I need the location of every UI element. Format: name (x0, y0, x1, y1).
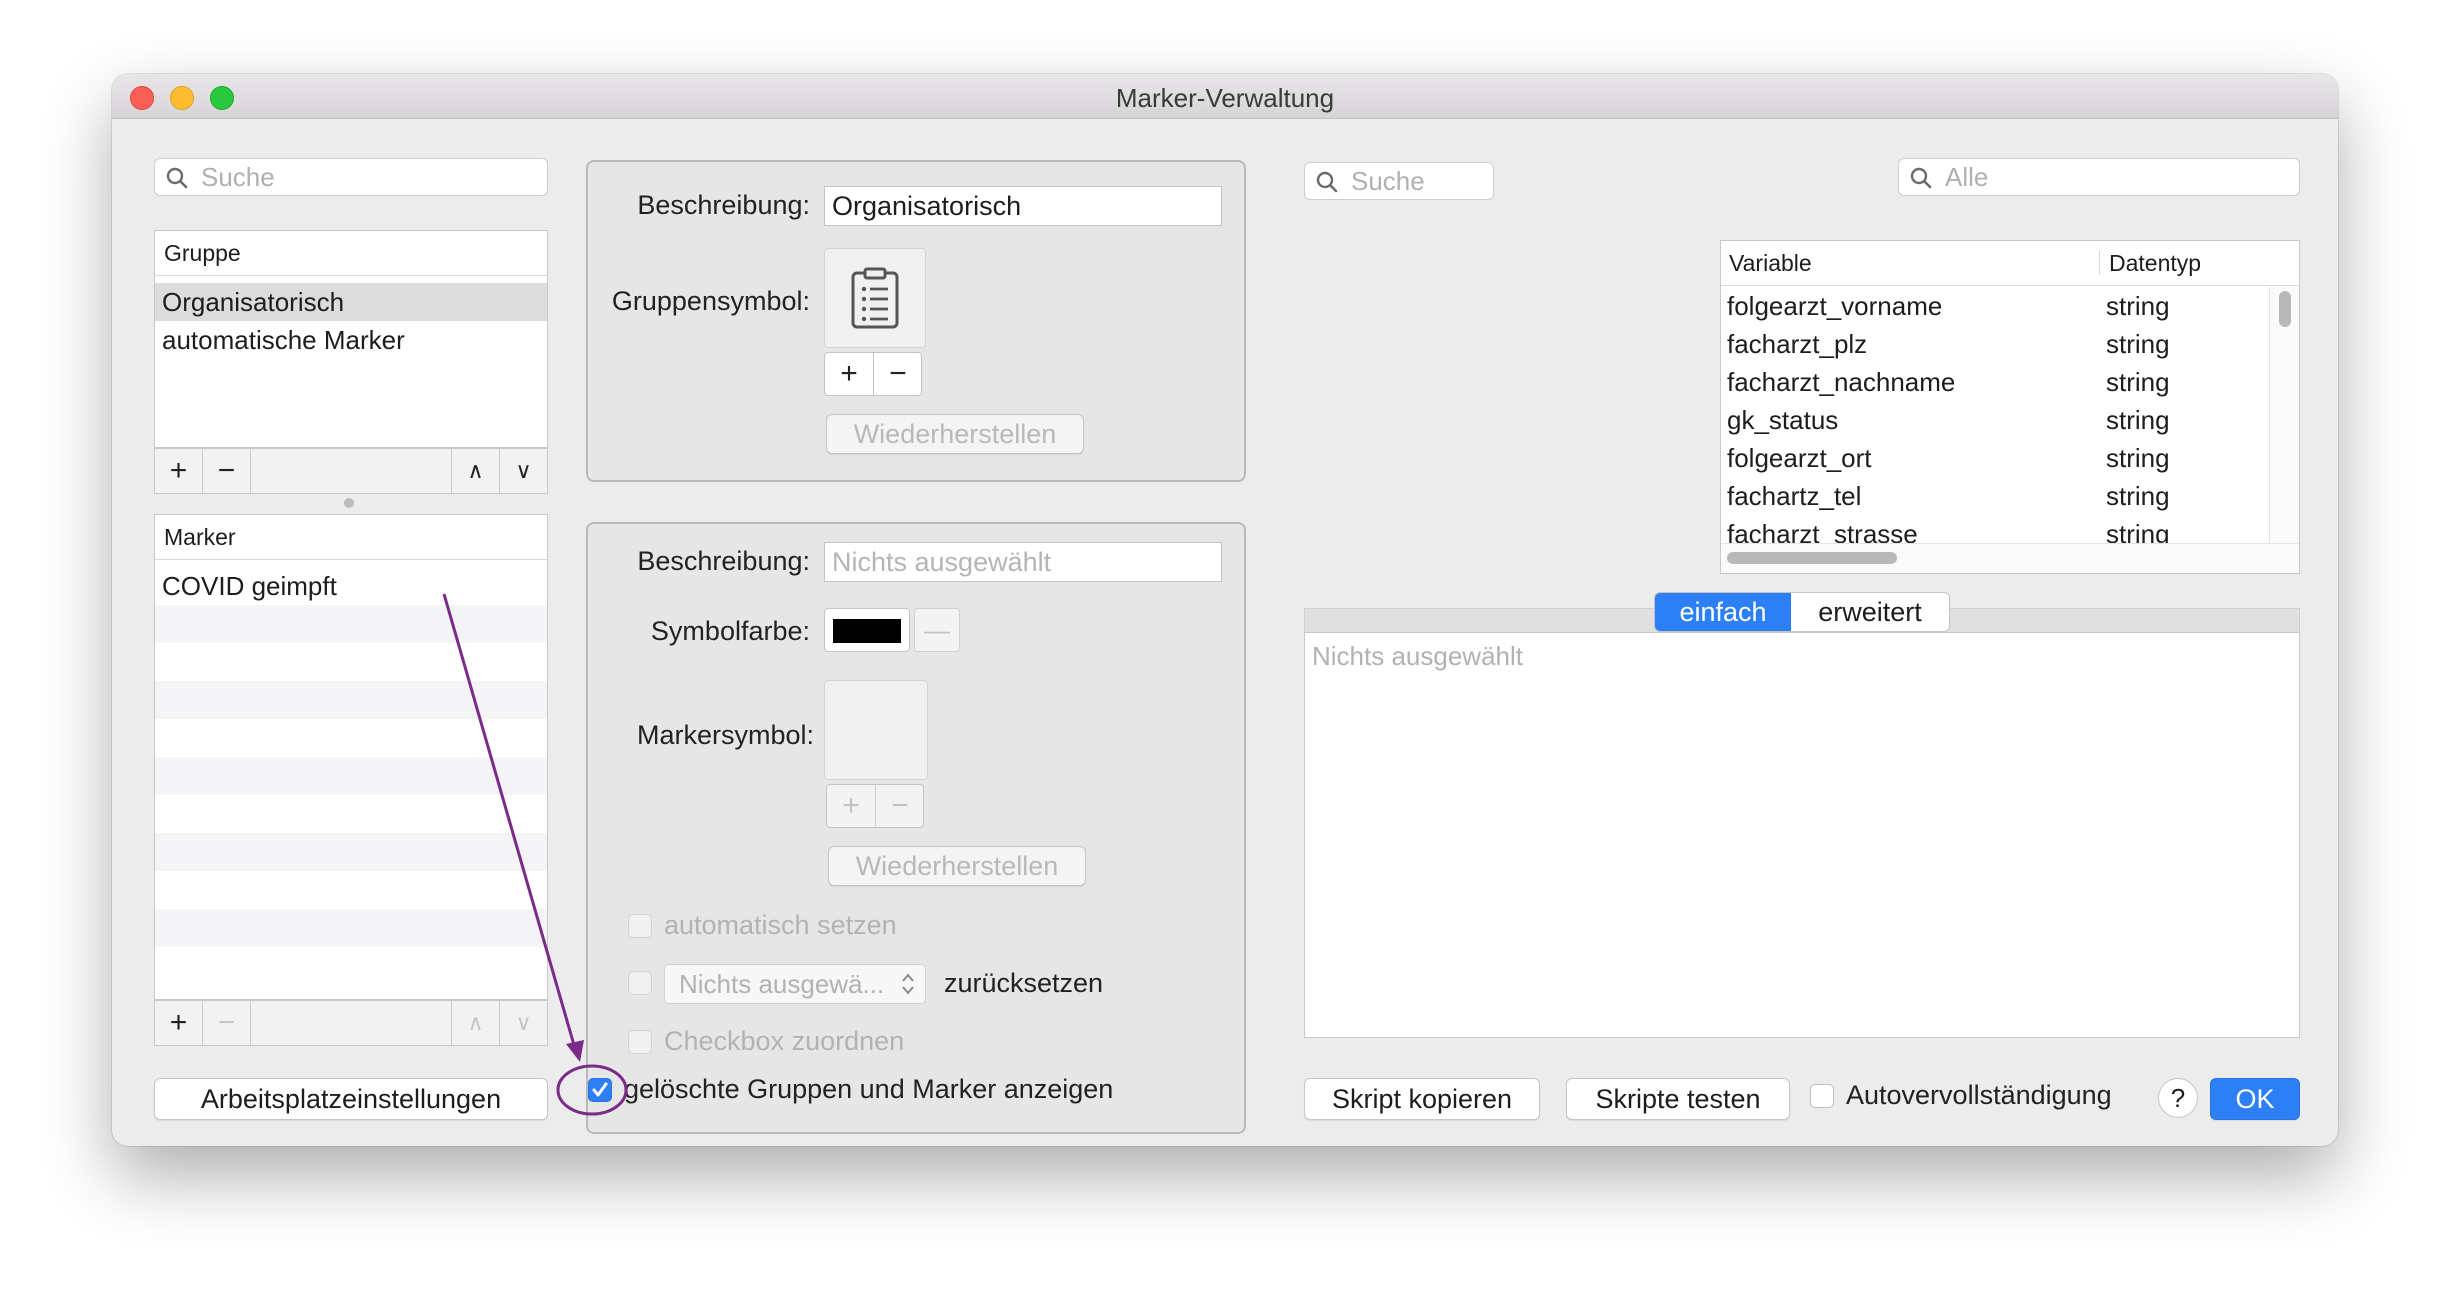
table-row[interactable]: facharzt_nachname string (1721, 363, 2269, 401)
ok-button[interactable]: OK (2210, 1078, 2300, 1120)
checkmark-icon (592, 1082, 608, 1097)
variable-filter-field[interactable] (1898, 158, 2300, 196)
marker-symbol-well[interactable] (824, 680, 928, 780)
remove-marker-symbol-button[interactable]: − (876, 785, 924, 827)
group-restore-button[interactable]: Wiederherstellen (826, 414, 1084, 454)
variables-table: Variable Datentyp folgearzt_vorname strin… (1720, 240, 2300, 574)
table-row[interactable]: folgearzt_vorname string (1721, 287, 2269, 325)
move-marker-up-button[interactable]: ∧ (451, 1001, 499, 1045)
datatype-column-header[interactable]: Datentyp (2109, 241, 2201, 285)
move-group-up-button[interactable]: ∧ (451, 449, 499, 493)
window-title: Marker-Verwaltung (1115, 83, 1335, 113)
editor-placeholder: Nichts ausgewählt (1312, 641, 1523, 671)
symbol-color-well[interactable] (824, 608, 910, 652)
group-detail-box: Beschreibung: Organisatorisch Gruppensym… (586, 160, 1246, 482)
add-marker-button[interactable]: + (155, 1001, 203, 1045)
marker-list-header: Marker (155, 515, 547, 560)
checkbox-assign-checkbox[interactable] (628, 1030, 652, 1054)
move-group-down-button[interactable]: ∨ (499, 449, 547, 493)
marker-detail-box: Beschreibung: Nichts ausgewählt Symbolfa… (586, 522, 1246, 1134)
reset-checkbox[interactable] (628, 971, 652, 995)
marker-description-label: Beschreibung: (637, 546, 810, 576)
move-marker-down-button[interactable]: ∨ (499, 1001, 547, 1045)
up-down-chevron-icon (902, 973, 914, 995)
help-button[interactable]: ? (2158, 1078, 2198, 1118)
group-search-field[interactable] (154, 158, 548, 196)
auto-set-checkbox[interactable] (628, 914, 652, 938)
remove-group-button[interactable]: − (203, 449, 251, 493)
group-description-label: Beschreibung: (637, 190, 810, 220)
symbol-color-swatch (833, 619, 901, 643)
workplace-settings-button[interactable]: Arbeitsplatzeinstellungen (154, 1078, 548, 1120)
symbol-color-clear-button[interactable]: — (914, 608, 960, 652)
test-scripts-button[interactable]: Skripte testen (1566, 1078, 1790, 1120)
autocomplete-label: Autovervollständigung (1846, 1080, 2112, 1110)
symbol-color-label: Symbolfarbe: (650, 616, 810, 646)
autocomplete-checkbox[interactable] (1810, 1084, 1834, 1108)
vertical-scroll-thumb[interactable] (2279, 291, 2291, 327)
marker-symbol-label: Markersymbol: (636, 720, 814, 750)
group-search-input[interactable] (201, 163, 476, 191)
variable-filter-input[interactable] (1945, 163, 2225, 191)
reset-label: zurücksetzen (944, 968, 1104, 998)
variable-column-header[interactable]: Variable (1729, 241, 1812, 285)
table-row[interactable]: fachartz_tel string (1721, 477, 2269, 515)
variable-search-input[interactable] (1351, 167, 1483, 195)
variables-table-header: Variable Datentyp (1721, 241, 2299, 286)
horizontal-scrollbar[interactable] (1721, 543, 2299, 573)
group-symbol-well[interactable] (824, 248, 926, 348)
group-symbol-label: Gruppensymbol: (611, 286, 810, 316)
remove-group-symbol-button[interactable]: − (874, 353, 922, 395)
marker-window: Marker-Verwaltung Gruppe Organisatorisch… (112, 74, 2338, 1146)
mode-segmented-control: einfach erweitert (1654, 592, 1950, 632)
group-list-header: Gruppe (155, 231, 547, 276)
group-list-toolbar: + − ∧ ∨ (154, 448, 548, 494)
vertical-scrollbar[interactable] (2269, 287, 2299, 543)
remove-marker-button[interactable]: − (203, 1001, 251, 1045)
show-deleted-label: gelöschte Gruppen und Marker anzeigen (624, 1074, 1114, 1104)
marker-item-covid-geimpft[interactable]: COVID geimpft (155, 567, 547, 605)
group-item-automatische-marker[interactable]: automatische Marker (155, 321, 547, 359)
split-handle[interactable] (344, 498, 354, 508)
title-bar: Marker-Verwaltung (112, 74, 2338, 119)
checkbox-assign-label: Checkbox zuordnen (664, 1026, 905, 1056)
clipboard-list-icon (851, 267, 899, 329)
tab-erweitert[interactable]: erweitert (1791, 593, 1949, 631)
search-icon (1910, 167, 1932, 189)
add-marker-symbol-button[interactable]: + (827, 785, 876, 827)
marker-description-field[interactable]: Nichts ausgewählt (824, 542, 1222, 582)
table-row[interactable]: gk_status string (1721, 401, 2269, 439)
add-group-button[interactable]: + (155, 449, 203, 493)
script-editor[interactable]: Nichts ausgewählt (1304, 632, 2300, 1038)
group-description-field[interactable]: Organisatorisch (824, 186, 1222, 226)
group-item-organisatorisch[interactable]: Organisatorisch (155, 283, 547, 321)
search-icon (1316, 171, 1338, 193)
search-icon (166, 167, 188, 189)
group-symbol-add-remove: + − (824, 352, 922, 396)
reset-select[interactable]: Nichts ausgewä... (664, 964, 926, 1004)
table-row[interactable]: folgearzt_ort string (1721, 439, 2269, 477)
marker-list: Marker COVID geimpft (154, 514, 548, 1000)
reset-select-value: Nichts ausgewä... (679, 969, 885, 999)
marker-restore-button[interactable]: Wiederherstellen (828, 846, 1086, 886)
group-list: Gruppe Organisatorisch automatische Mark… (154, 230, 548, 448)
variable-search-field[interactable] (1304, 162, 1494, 200)
auto-set-label: automatisch setzen (664, 910, 897, 940)
add-group-symbol-button[interactable]: + (825, 353, 874, 395)
copy-script-button[interactable]: Skript kopieren (1304, 1078, 1540, 1120)
table-row[interactable]: facharzt_plz string (1721, 325, 2269, 363)
tab-einfach[interactable]: einfach (1655, 593, 1791, 631)
marker-list-toolbar: + − ∧ ∨ (154, 1000, 548, 1046)
marker-symbol-add-remove: + − (826, 784, 924, 828)
show-deleted-checkbox[interactable] (588, 1078, 612, 1102)
horizontal-scroll-thumb[interactable] (1727, 552, 1897, 564)
